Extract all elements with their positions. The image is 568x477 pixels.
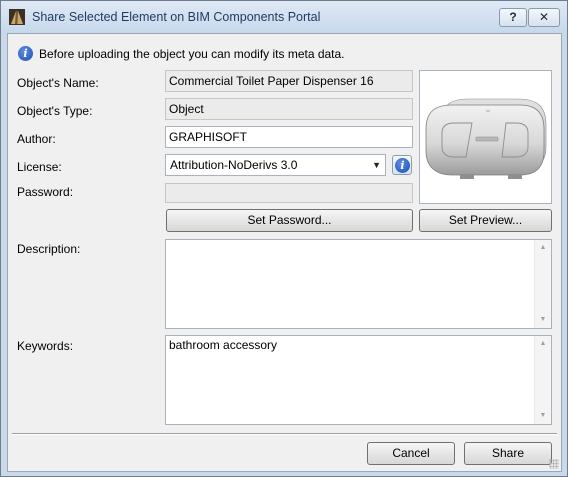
toilet-paper-dispenser-image [425,98,547,179]
object-name-label: Object's Name: [17,76,99,90]
info-message: Before uploading the object you can modi… [39,47,345,61]
dialog-body: i Before uploading the object you can mo… [7,33,562,472]
chevron-down-icon: ▼ [372,160,381,170]
license-info-button[interactable]: i [392,155,412,175]
license-dropdown[interactable]: Attribution-NoDerivs 3.0 ▼ [165,154,386,176]
password-label: Password: [17,185,74,199]
keywords-text: bathroom accessory [169,338,278,352]
scroll-up-icon[interactable]: ▲ [535,336,551,352]
license-value: Attribution-NoDerivs 3.0 [170,158,298,172]
password-field[interactable] [165,183,413,203]
footer-separator [12,433,557,435]
license-label: License: [17,160,62,174]
scroll-down-icon[interactable]: ▼ [535,312,551,328]
scroll-up-icon[interactable]: ▲ [535,240,551,256]
description-label: Description: [17,242,81,256]
description-textarea[interactable]: ▲ ▼ [165,239,552,329]
share-button[interactable]: Share [464,442,552,465]
scroll-down-icon[interactable]: ▼ [535,408,551,424]
object-name-field[interactable]: Commercial Toilet Paper Dispenser 16 [165,70,413,92]
info-icon: i [18,46,33,61]
keywords-textarea[interactable]: bathroom accessory ▲ ▼ [165,335,552,425]
preview-image [419,70,552,204]
cancel-button[interactable]: Cancel [367,442,455,465]
author-field[interactable]: GRAPHISOFT [165,126,413,148]
close-button[interactable]: ✕ [528,8,560,27]
window-title: Share Selected Element on BIM Components… [32,10,321,24]
dialog-window: Share Selected Element on BIM Components… [0,0,568,477]
description-scrollbar[interactable]: ▲ ▼ [534,240,551,328]
help-button[interactable]: ? [499,8,527,27]
keywords-label: Keywords: [17,339,74,353]
resize-grip[interactable] [549,459,559,469]
set-preview-button[interactable]: Set Preview... [419,209,552,232]
object-type-field[interactable]: Object [165,98,413,120]
keywords-scrollbar[interactable]: ▲ ▼ [534,336,551,424]
author-label: Author: [17,132,56,146]
app-icon [9,9,25,25]
set-password-button[interactable]: Set Password... [166,209,413,232]
title-bar[interactable]: Share Selected Element on BIM Components… [1,1,567,33]
info-icon: i [395,158,410,173]
object-type-label: Object's Type: [17,104,93,118]
